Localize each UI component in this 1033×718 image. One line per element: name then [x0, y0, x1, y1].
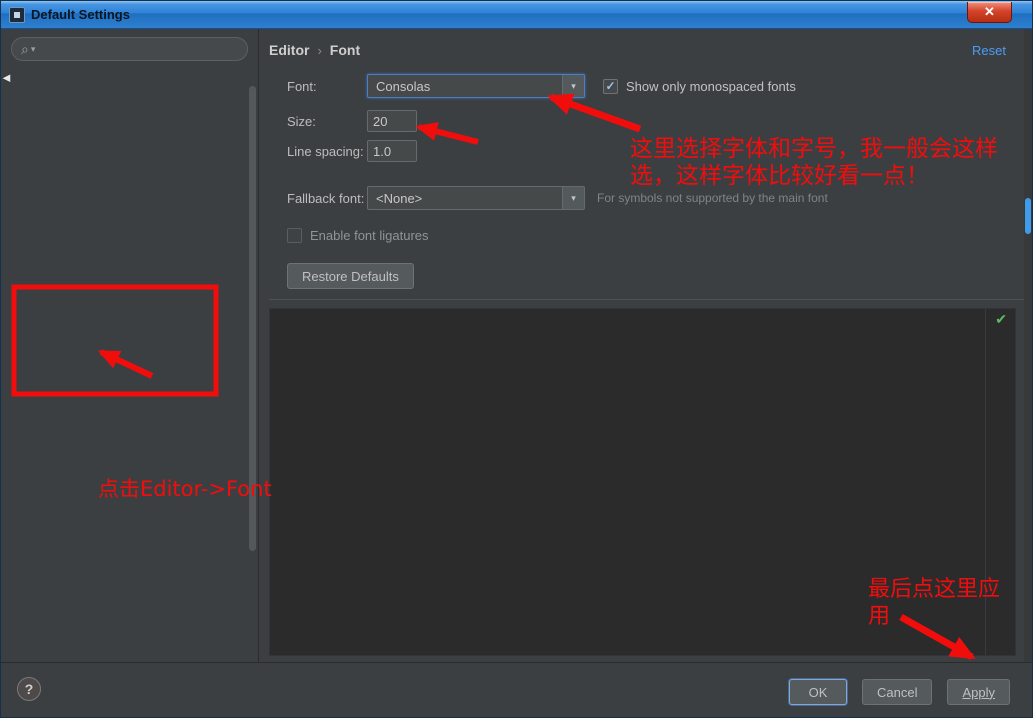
settings-content: Editor › Font Reset Font: Consolas ▾ [259, 29, 1032, 662]
chevron-down-icon[interactable]: ▾ [562, 187, 584, 209]
search-input[interactable] [37, 42, 238, 57]
breadcrumb-font: Font [330, 42, 360, 58]
footer-buttons: OK Cancel Apply [789, 679, 1010, 705]
window-icon [9, 7, 25, 23]
settings-sidebar: ⌕ ▾ [1, 29, 259, 662]
settings-window: Default Settings ✕ ⌕ ▾ Editor › Font Res… [0, 0, 1033, 718]
cancel-button-label: Cancel [877, 685, 917, 700]
cursor-icon: ◄ [0, 70, 13, 85]
chevron-down-glyph: ▾ [571, 81, 576, 92]
titlebar[interactable]: Default Settings ✕ [1, 1, 1032, 29]
monospaced-label: Show only monospaced fonts [626, 79, 796, 94]
inspections-ok-icon: ✔ [995, 312, 1007, 326]
ligatures-checkbox[interactable] [287, 228, 302, 243]
fallback-hint: For symbols not supported by the main fo… [597, 191, 828, 205]
sidebar-scrollbar[interactable] [249, 86, 256, 551]
help-icon: ? [25, 681, 34, 697]
dialog-footer: ? OK Cancel Apply [1, 662, 1032, 717]
apply-button[interactable]: Apply [947, 679, 1010, 705]
font-family-value: Consolas [376, 79, 430, 94]
content-header: Editor › Font Reset [259, 29, 1024, 64]
search-icon: ⌕ [21, 42, 29, 56]
apply-button-label: Apply [962, 685, 995, 700]
chevron-down-glyph: ▾ [571, 193, 576, 204]
fallback-font-label: Fallback font: [287, 191, 367, 206]
breadcrumb-editor[interactable]: Editor [269, 42, 309, 58]
close-button[interactable]: ✕ [967, 2, 1012, 23]
font-family-select[interactable]: Consolas ▾ [367, 74, 585, 98]
font-settings-form: Font: Consolas ▾ ✓ Show only monospaced … [259, 74, 1024, 299]
help-button[interactable]: ? [17, 677, 41, 701]
window-title: Default Settings [31, 7, 130, 22]
ok-button[interactable]: OK [789, 679, 847, 705]
dialog-body: ⌕ ▾ Editor › Font Reset Font: C [1, 29, 1032, 662]
check-icon: ✓ [605, 80, 615, 92]
window-scrollbar-thumb[interactable] [1025, 198, 1031, 234]
size-label: Size: [287, 114, 367, 129]
monospaced-checkbox[interactable]: ✓ [603, 79, 618, 94]
breadcrumb-separator-icon: › [317, 43, 321, 58]
line-spacing-label: Line spacing: [287, 144, 367, 159]
ok-button-label: OK [809, 685, 828, 700]
font-preview-editor[interactable]: ✔ [269, 308, 1016, 656]
line-spacing-input[interactable] [367, 140, 417, 162]
chevron-down-icon[interactable]: ▾ [562, 75, 584, 97]
font-label: Font: [287, 79, 367, 94]
restore-defaults-button[interactable]: Restore Defaults [287, 263, 414, 289]
size-input[interactable] [367, 110, 417, 132]
editor-error-stripe: ✔ [985, 309, 1015, 655]
fallback-font-value: <None> [376, 191, 422, 206]
chevron-down-icon: ▾ [31, 44, 36, 55]
close-icon: ✕ [984, 4, 995, 20]
breadcrumb: Editor › Font [269, 42, 360, 58]
ligatures-label: Enable font ligatures [310, 228, 429, 243]
form-preview-divider [269, 299, 1024, 300]
window-scrollbar[interactable] [1024, 29, 1032, 662]
preview-lines [270, 309, 1015, 312]
settings-search-box[interactable]: ⌕ ▾ [11, 37, 248, 61]
fallback-font-select[interactable]: <None> ▾ [367, 186, 585, 210]
cancel-button[interactable]: Cancel [862, 679, 932, 705]
reset-link[interactable]: Reset [972, 43, 1006, 58]
